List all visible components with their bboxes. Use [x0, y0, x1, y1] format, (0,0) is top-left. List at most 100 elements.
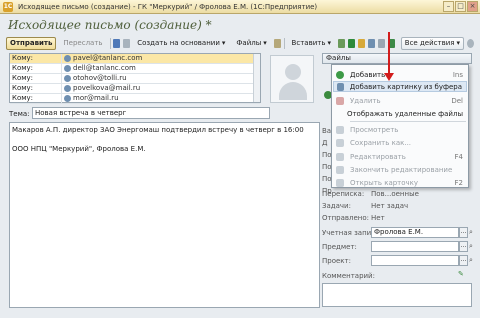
menu-item-label: Сохранить как...: [350, 138, 412, 147]
menu-item-finish-editing[interactable]: Закончить редактирование: [333, 164, 467, 175]
all-actions-label: Все действия: [404, 39, 455, 47]
menu-item-view[interactable]: Просмотреть: [333, 124, 467, 135]
search-icon[interactable]: ⌕: [469, 255, 477, 266]
tasks-label: Задачи:: [322, 202, 351, 210]
recipient-type: Кому:: [10, 84, 62, 93]
create-based-on-button[interactable]: Создать на основании ▾: [133, 37, 229, 50]
comment-textarea[interactable]: [322, 283, 472, 307]
recipient-address: povelkova@mail.ru: [73, 84, 141, 92]
toolbar-separator: [283, 37, 285, 49]
window-title: Исходящее письмо (создание) - ГК "Меркур…: [18, 2, 318, 11]
account-input[interactable]: Фролова Е.М.: [371, 227, 459, 238]
send-button[interactable]: Отправить: [6, 36, 57, 50]
table-row[interactable]: Кому: pavel@tanlanc.com: [10, 54, 260, 64]
recipient-address: mor@mail.ru: [73, 94, 119, 102]
recipient-cell: povelkova@mail.ru: [62, 84, 260, 93]
spellcheck-icon[interactable]: [337, 38, 345, 48]
project-input[interactable]: [371, 255, 459, 266]
menu-item-save-as[interactable]: Сохранить как...: [333, 137, 467, 148]
folder-icon[interactable]: [357, 38, 365, 48]
form-heading: Исходящее письмо (создание) *: [8, 18, 212, 32]
person-icon: [64, 75, 71, 82]
delete-icon: [336, 96, 344, 105]
message-body-editor[interactable]: Макаров А.П. директор ЗАО Энергомаш подт…: [9, 122, 320, 308]
heart-icon[interactable]: [347, 38, 355, 48]
help-icon[interactable]: [467, 38, 474, 48]
recipients-scrollbar[interactable]: [253, 54, 260, 102]
body-line: Макаров А.П. директор ЗАО Энергомаш подт…: [12, 126, 304, 134]
files-menu-button[interactable]: Файлы ▾: [232, 37, 270, 50]
menu-item-label: Просмотреть: [350, 125, 399, 134]
correspondence-value[interactable]: Пов...оенные: [371, 190, 419, 198]
person-icon: [64, 55, 71, 62]
toolbar: Отправить Переслать Создать на основании…: [6, 36, 474, 50]
subject-input[interactable]: Новая встреча в четверг: [32, 107, 270, 119]
modified-marker: *: [205, 18, 212, 32]
insert-label: Вставить: [291, 39, 326, 47]
project-select-button[interactable]: ...: [459, 255, 468, 266]
menu-divider: [350, 121, 466, 122]
menu-item-shortcut: F2: [454, 178, 463, 187]
forward-button[interactable]: Переслать: [59, 37, 106, 50]
person-icon: [64, 85, 71, 92]
detail-label-partial: Д: [322, 139, 328, 147]
subject-ref-select-button[interactable]: ...: [459, 241, 468, 252]
recipient-address: otohov@tolli.ru: [73, 74, 127, 82]
app-logo-icon[interactable]: 1С: [3, 2, 13, 12]
menu-item-shortcut: Ins: [452, 70, 463, 79]
flag-icon[interactable]: [377, 38, 385, 48]
recipient-cell: otohov@tolli.ru: [62, 74, 260, 83]
account-select-button[interactable]: ...: [459, 227, 468, 238]
menu-item-open-card[interactable]: Открыть карточку F2: [333, 177, 467, 188]
close-icon[interactable]: ×: [467, 1, 478, 12]
recipient-cell: pavel@tanlanc.com: [62, 54, 260, 63]
dropdown-arrow-icon: ▾: [327, 39, 331, 47]
table-row[interactable]: Кому: otohov@tolli.ru: [10, 74, 260, 84]
save-icon[interactable]: [113, 38, 121, 48]
correspondence-label: Переписка:: [322, 190, 365, 198]
contacts-icon[interactable]: [367, 38, 375, 48]
table-row[interactable]: Кому: mor@mail.ru: [10, 94, 260, 104]
search-icon[interactable]: ⌕: [469, 227, 477, 238]
tasks-value[interactable]: Нет задач: [371, 202, 408, 210]
menu-item-label: Редактировать: [350, 152, 406, 161]
edit-pencil-icon[interactable]: ✎: [458, 269, 466, 280]
menu-item-label: Удалить: [350, 96, 381, 105]
print-icon[interactable]: [123, 38, 131, 48]
minimize-icon[interactable]: –: [443, 1, 454, 12]
add-icon: [336, 70, 344, 79]
recipient-type: Кому:: [10, 74, 62, 83]
all-actions-button[interactable]: Все действия ▾: [400, 36, 464, 50]
sent-label: Отправлено:: [322, 214, 370, 222]
recipient-address: dell@tanlanc.com: [73, 64, 136, 72]
detail-label-partial: Ва: [322, 127, 332, 135]
window-controls: – □ ×: [443, 1, 478, 12]
menu-item-add[interactable]: Добавить Ins: [333, 69, 467, 80]
annotation-arrow-shaft: [388, 32, 390, 75]
window-title-bar: 1С Исходящее письмо (создание) - ГК "Мер…: [0, 0, 480, 14]
subject-ref-label: Предмет:: [322, 243, 357, 251]
recipient-cell: dell@tanlanc.com: [62, 64, 260, 73]
dropdown-arrow-icon: ▾: [221, 39, 226, 47]
comment-label: Комментарий:: [322, 272, 375, 280]
table-row[interactable]: Кому: dell@tanlanc.com: [10, 64, 260, 74]
search-icon[interactable]: ⌕: [469, 241, 477, 252]
insert-button[interactable]: Вставить ▾: [288, 37, 335, 50]
project-label: Проект:: [322, 257, 351, 265]
attachment-icon[interactable]: [273, 38, 281, 48]
subject-ref-input[interactable]: [371, 241, 459, 252]
create-based-on-label: Создать на основании: [137, 39, 220, 47]
edit-icon: [336, 152, 344, 161]
menu-item-delete[interactable]: Удалить Del: [333, 95, 467, 106]
person-icon: [64, 65, 71, 72]
files-panel-header[interactable]: Файлы: [322, 53, 472, 64]
menu-item-shortcut: F4: [454, 152, 463, 161]
menu-item-edit[interactable]: Редактировать F4: [333, 151, 467, 162]
maximize-icon[interactable]: □: [455, 1, 466, 12]
menu-item-label: Закончить редактирование: [350, 165, 453, 174]
recipients-table[interactable]: Кому: pavel@tanlanc.com Кому: dell@tanla…: [9, 53, 261, 104]
table-row[interactable]: Кому: povelkova@mail.ru: [10, 84, 260, 94]
menu-item-add-image-from-clipboard[interactable]: Добавить картинку из буфера: [333, 81, 467, 92]
menu-item-show-deleted[interactable]: Отображать удаленные файлы: [333, 108, 467, 119]
card-icon: [336, 178, 344, 187]
